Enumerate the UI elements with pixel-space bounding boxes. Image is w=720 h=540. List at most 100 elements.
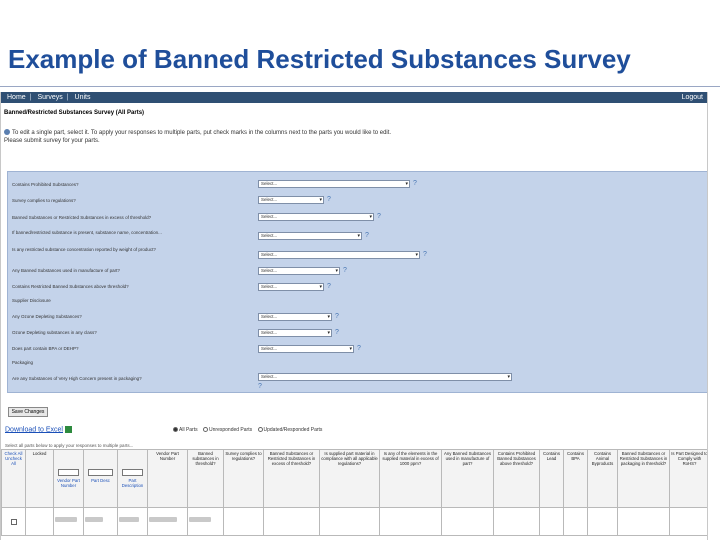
help-icon[interactable]: ?	[335, 313, 339, 321]
question-select[interactable]: Select... ▾	[258, 232, 362, 240]
chevron-down-icon: ▾	[507, 374, 510, 380]
question-label: Does part contain BPA or DEHP?	[12, 346, 79, 351]
survey-instructions: To edit a single part, select it. To app…	[1, 123, 707, 147]
column-header: Is supplied part material in compliance …	[319, 449, 380, 508]
chevron-down-icon: ▾	[319, 197, 322, 203]
help-icon[interactable]: ?	[343, 267, 347, 275]
question-select[interactable]: Select... ▾	[258, 180, 410, 188]
help-icon[interactable]: ?	[335, 329, 339, 337]
download-to-excel-link[interactable]: Download to Excel	[5, 426, 72, 433]
help-icon[interactable]: ?	[258, 383, 262, 391]
question-select[interactable]: Select... ▾	[258, 283, 324, 291]
question-select[interactable]: Select... ▾	[258, 213, 374, 221]
parts-table: Check All Uncheck All Locked Vendor Part…	[1, 449, 707, 536]
question-label: Are any Substances of Very High Concern …	[12, 376, 142, 381]
question-label: Is any restricted substance concentratio…	[12, 247, 156, 252]
table-cell	[441, 507, 494, 536]
column-header: Contains Lead	[539, 449, 564, 508]
row-checkbox[interactable]	[10, 519, 17, 525]
question-label: Contains Prohibited Substances?	[12, 182, 79, 187]
chevron-down-icon: ▾	[349, 346, 352, 352]
table-note: Select all parts below to apply your res…	[5, 443, 134, 448]
column-header: Vendor Part Number	[147, 449, 188, 508]
help-icon[interactable]: ?	[365, 232, 369, 240]
survey-heading: Banned/Restricted Substances Survey (All…	[4, 110, 145, 116]
table-header-row: Check All Uncheck All Locked Vendor Part…	[1, 449, 707, 508]
table-cell	[117, 507, 148, 536]
table-cell	[539, 507, 564, 536]
column-header-sortable[interactable]: Part Desc	[83, 449, 118, 508]
save-changes-button[interactable]: Save Changes	[8, 407, 48, 417]
chevron-down-icon: ▾	[369, 214, 372, 220]
question-label: Banned Substances or Restricted Substanc…	[12, 215, 152, 220]
question-select[interactable]: Select... ▾	[258, 313, 332, 321]
question-select[interactable]: Select... ▾	[258, 196, 324, 204]
chevron-down-icon: ▾	[415, 252, 418, 258]
column-header: Contains Animal Byproducts	[587, 449, 618, 508]
table-cell	[147, 507, 188, 536]
question-label: Any Banned Substances used in manufactur…	[12, 268, 120, 273]
question-label: Contains Restricted Banned Substances ab…	[12, 284, 129, 289]
table-cell	[83, 507, 118, 536]
title-divider	[0, 86, 720, 87]
chevron-down-icon: ▾	[319, 284, 322, 290]
nav-units-link[interactable]: Units	[75, 94, 91, 101]
question-label: Survey complies to regulations?	[12, 198, 76, 203]
nav-separator: |	[66, 94, 69, 101]
column-header: Locked	[25, 449, 54, 508]
help-icon[interactable]: ?	[413, 180, 417, 188]
redacted-value	[85, 517, 103, 522]
column-header: Is Part Designed to Comply with RoHS?	[669, 449, 707, 508]
info-icon	[4, 129, 10, 136]
help-icon[interactable]: ?	[327, 283, 331, 291]
column-header-sortable[interactable]: Vendor Part Number	[53, 449, 84, 508]
column-filter-input[interactable]	[57, 469, 80, 476]
table-cell	[587, 507, 618, 536]
help-icon[interactable]: ?	[357, 345, 361, 353]
question-label: If banned/restricted substance is presen…	[12, 230, 162, 235]
column-header: Survey complies to regulations?	[223, 449, 264, 508]
question-select[interactable]: Select... ▾	[258, 345, 354, 353]
table-cell	[187, 507, 224, 536]
redacted-value	[149, 517, 177, 522]
column-filter-input[interactable]	[88, 469, 113, 476]
redacted-value	[55, 517, 77, 522]
help-icon[interactable]: ?	[423, 251, 427, 259]
help-icon[interactable]: ?	[377, 213, 381, 221]
table-cell	[493, 507, 540, 536]
question-select[interactable]: Select... ▾	[258, 267, 340, 275]
chevron-down-icon: ▾	[327, 314, 330, 320]
survey-form-panel: Contains Prohibited Substances? Select..…	[7, 171, 707, 393]
question-select[interactable]: Select... ▾	[258, 251, 420, 259]
radio-unresponded-parts[interactable]	[203, 427, 209, 433]
column-header: Any Banned Substances used in manufactur…	[441, 449, 494, 508]
radio-all-parts[interactable]	[173, 427, 178, 433]
question-label: Ozone Depleting substances in any class?	[12, 330, 97, 335]
question-select[interactable]: Select... ▾	[258, 329, 332, 337]
redacted-value	[119, 517, 139, 522]
nav-home-link[interactable]: Home	[7, 94, 26, 101]
help-icon[interactable]: ?	[327, 196, 331, 204]
column-filter-input[interactable]	[121, 469, 144, 476]
table-row[interactable]	[1, 507, 707, 536]
filter-label: Unresponded Parts	[209, 427, 253, 433]
logout-link[interactable]: Logout	[682, 92, 703, 103]
column-header: Contains Prohibited Banned Substances ab…	[493, 449, 540, 508]
column-header-sortable[interactable]: Part Description	[117, 449, 148, 508]
column-header: Banned Substances or Restricted Substanc…	[617, 449, 670, 508]
top-navigation-bar: Home | Surveys | Units Logout	[1, 92, 707, 103]
check-all-header[interactable]: Check All Uncheck All	[1, 449, 26, 508]
table-cell	[223, 507, 264, 536]
excel-icon	[64, 426, 72, 433]
table-cell	[669, 507, 707, 536]
table-cell	[617, 507, 670, 536]
column-header: Contains BPA	[563, 449, 588, 508]
filter-label: Updated/Responded Parts	[263, 427, 323, 433]
question-select[interactable]: Select... ▾	[258, 373, 512, 381]
row-checkbox-cell	[1, 507, 26, 536]
radio-updated-parts[interactable]	[257, 427, 263, 433]
nav-surveys-link[interactable]: Surveys	[37, 94, 62, 101]
chevron-down-icon: ▾	[335, 268, 338, 274]
instructions-line-2: Please submit survey for your parts.	[4, 138, 100, 144]
chevron-down-icon: ▾	[357, 233, 360, 239]
